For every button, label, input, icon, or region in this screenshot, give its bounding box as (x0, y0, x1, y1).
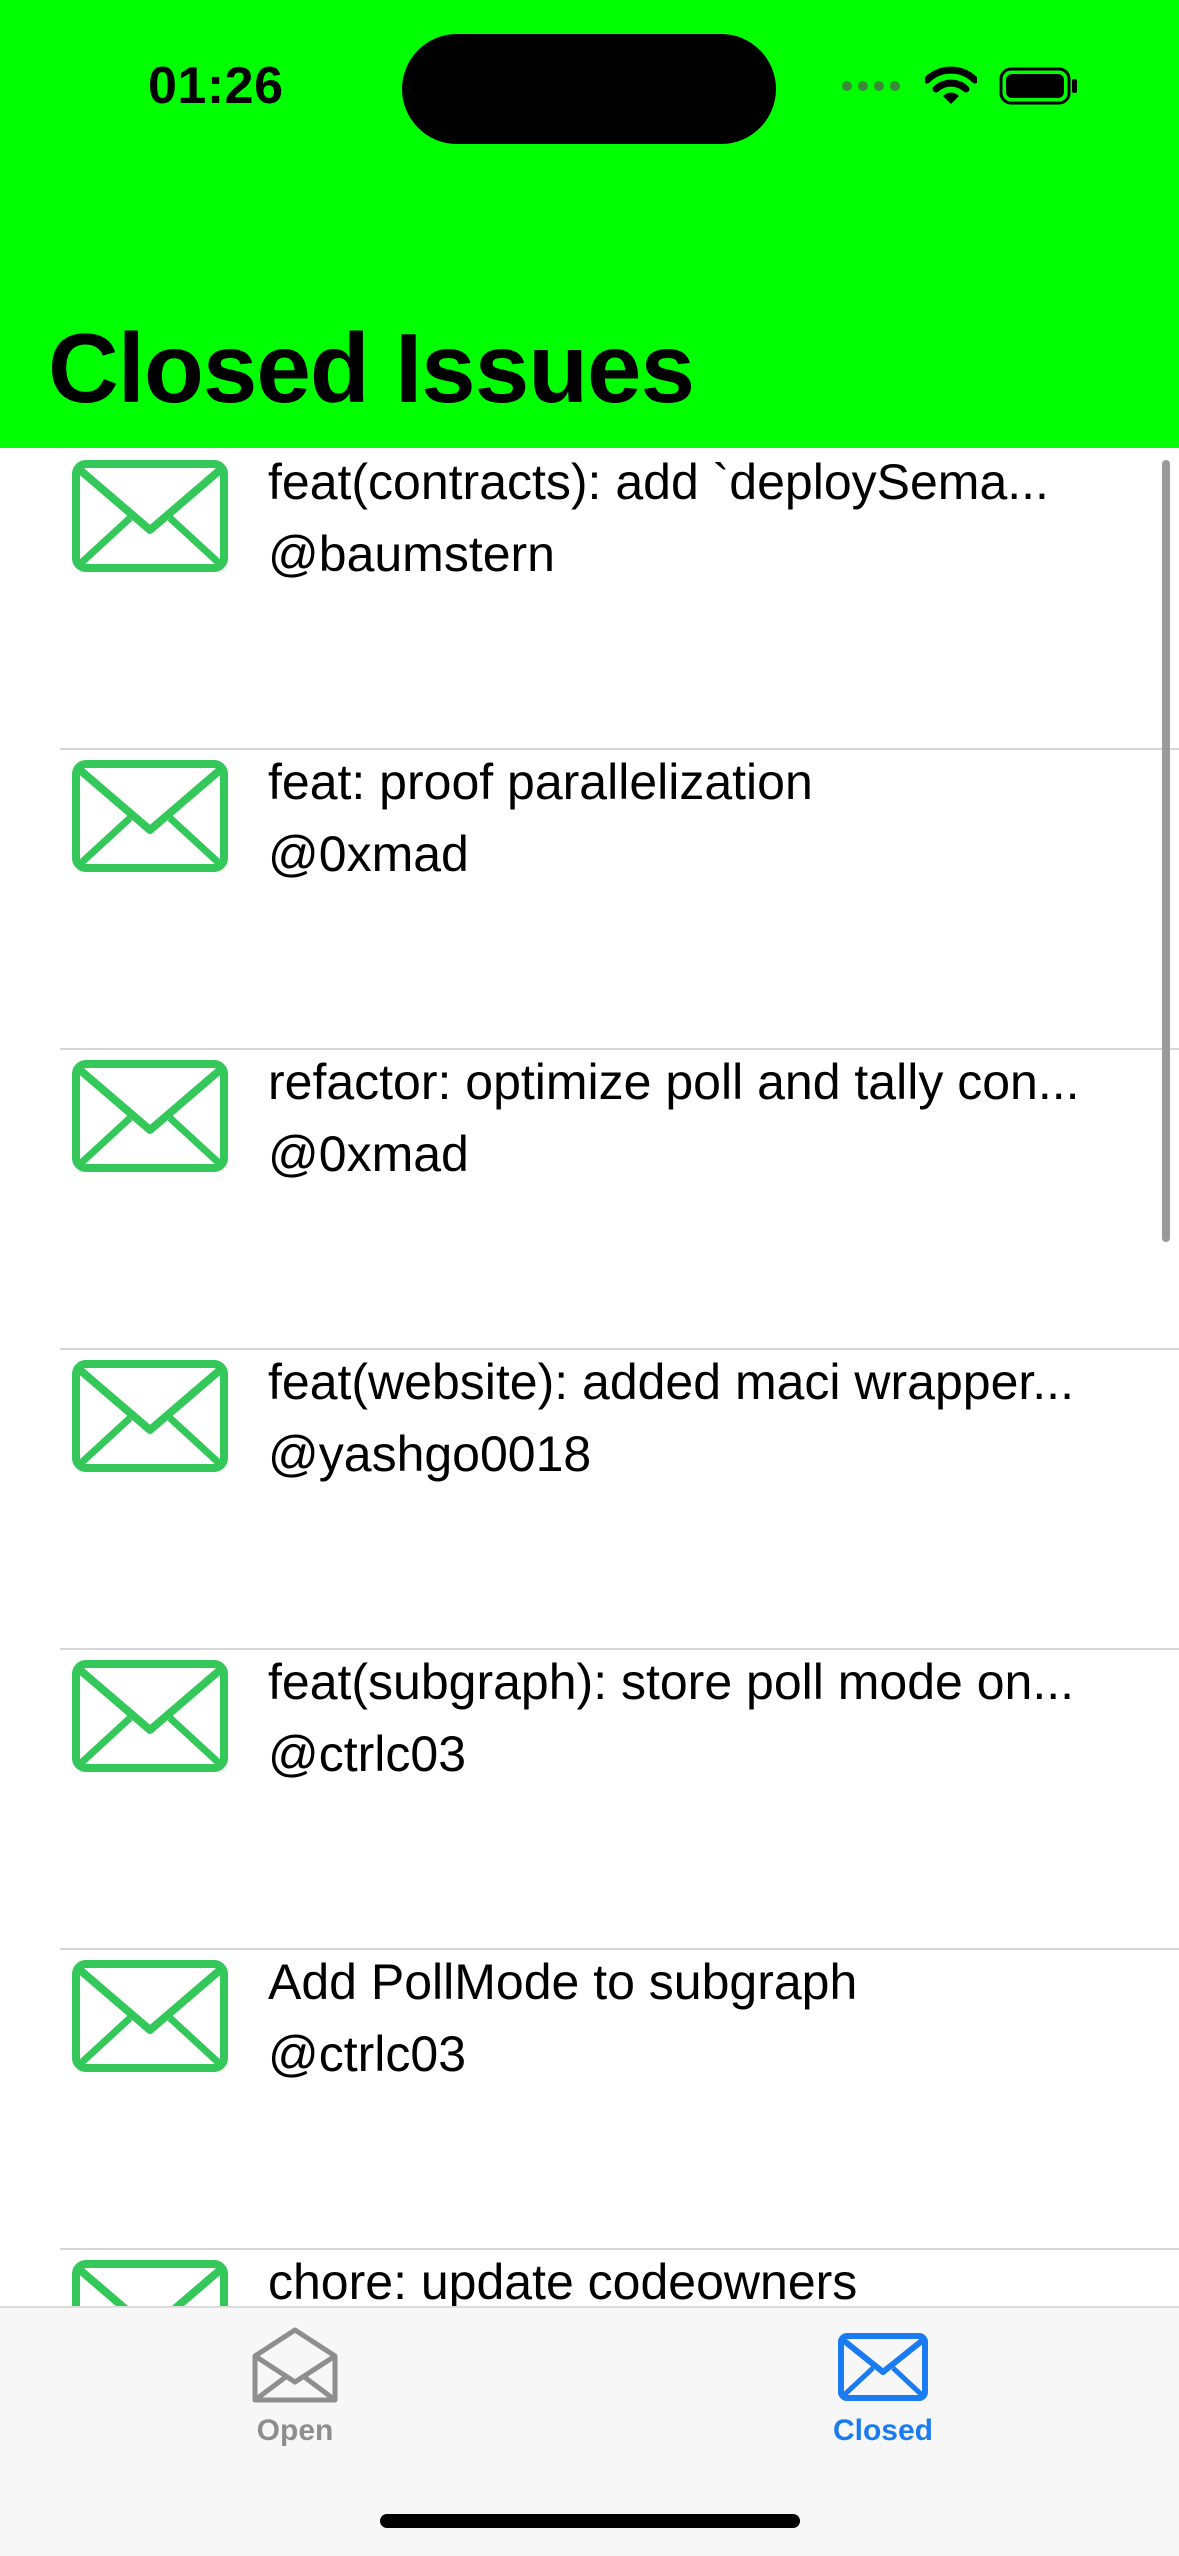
page-title: Closed Issues (48, 313, 695, 423)
row-separator (60, 1048, 1179, 1050)
issue-title: refactor: optimize poll and tally con... (268, 1054, 1080, 1110)
issue-author: @ctrlc03 (268, 2026, 467, 2082)
issue-row[interactable]: feat(website): added maci wrapper... @ya… (0, 1348, 1179, 1648)
status-icons (841, 66, 1079, 106)
issue-title: feat: proof parallelization (268, 754, 813, 810)
issue-row[interactable]: Add PollMode to subgraph @ctrlc03 (0, 1948, 1179, 2248)
issue-title: feat(website): added maci wrapper... (268, 1354, 1074, 1410)
issue-author: @0xmad (268, 826, 469, 882)
issue-author: @baumstern (268, 526, 555, 582)
envelope-icon (72, 760, 228, 872)
issue-row[interactable]: feat: proof parallelization @0xmad (0, 748, 1179, 1048)
issue-row[interactable]: feat(contracts): add `deploySema... @bau… (0, 448, 1179, 748)
issue-row[interactable]: feat(subgraph): store poll mode on... @c… (0, 1648, 1179, 1948)
envelope-icon (72, 1660, 228, 1772)
row-separator (60, 1948, 1179, 1950)
row-separator (60, 1348, 1179, 1350)
issue-title: feat(contracts): add `deploySema... (268, 454, 1049, 510)
tab-closed-label: Closed (832, 2414, 934, 2447)
issues-list[interactable]: feat(contracts): add `deploySema... @bau… (0, 448, 1179, 2306)
envelope-icon (72, 1060, 228, 1172)
issue-title: Add PollMode to subgraph (268, 1954, 858, 2010)
status-time: 01:26 (148, 57, 284, 115)
wifi-icon (925, 66, 977, 104)
row-separator (60, 1648, 1179, 1650)
issue-row[interactable]: refactor: optimize poll and tally con...… (0, 1048, 1179, 1348)
battery-icon (999, 67, 1077, 105)
scroll-indicator[interactable] (1162, 460, 1170, 1242)
issue-title: feat(subgraph): store poll mode on... (268, 1654, 1075, 1710)
issue-title: chore: update codeowners (268, 2254, 858, 2306)
envelope-icon (72, 1960, 228, 2072)
issue-row[interactable]: chore: update codeowners (0, 2248, 1179, 2306)
home-indicator[interactable] (380, 2514, 800, 2528)
issue-author: @yashgo0018 (268, 1426, 592, 1482)
navigation-header: 01:26 Closed Issues (0, 0, 1179, 448)
issue-author: @ctrlc03 (268, 1726, 467, 1782)
envelope-icon (72, 460, 228, 572)
tab-closed[interactable]: Closed (763, 2326, 1003, 2466)
envelope-icon (72, 2260, 228, 2306)
tab-open[interactable]: Open (175, 2326, 415, 2466)
signal-icon (842, 81, 900, 91)
envelope-open-icon (252, 2327, 338, 2403)
envelope-icon (838, 2333, 928, 2401)
dynamic-island (402, 34, 776, 144)
issue-author: @0xmad (268, 1126, 469, 1182)
tab-open-label: Open (256, 2414, 334, 2447)
row-separator (60, 748, 1179, 750)
envelope-icon (72, 1360, 228, 1472)
row-separator (60, 2248, 1179, 2250)
